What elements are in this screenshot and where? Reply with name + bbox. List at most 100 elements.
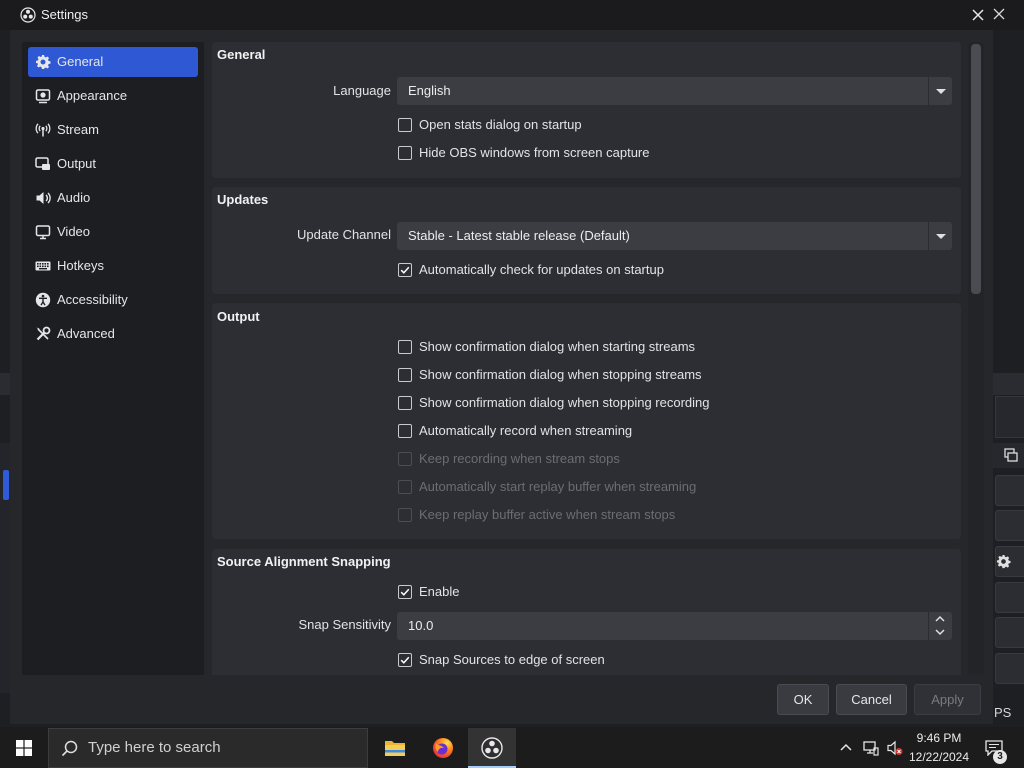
sidebar-item-label: Advanced [57,326,115,341]
dock-float-icon[interactable] [1004,448,1018,462]
update-channel-value: Stable - Latest stable release (Default) [408,228,630,243]
background-toolbar-band-left [0,373,10,395]
checkbox[interactable] [398,452,412,466]
settings-category-list: General Appearance Stream Output Audio V… [22,42,204,675]
background-control-button[interactable] [995,582,1024,613]
chevron-down-icon[interactable] [934,627,946,637]
ok-button[interactable]: OK [777,684,829,715]
vertical-scrollbar[interactable] [968,42,984,675]
taskbar-app-file-explorer[interactable] [371,728,419,768]
checkbox[interactable] [398,424,412,438]
antenna-icon [35,123,51,137]
checkbox[interactable] [398,263,412,277]
background-control-button[interactable] [995,510,1024,541]
sidebar-item-label: Output [57,156,97,171]
checkbox-label: Automatically record when streaming [419,423,633,438]
checkbox[interactable] [398,585,412,599]
search-icon [61,740,78,757]
spin-buttons [928,612,952,640]
snapping-group: Source Alignment Snapping Enable Snap Se… [212,549,961,675]
checkbox[interactable] [398,396,412,410]
chevron-up-icon[interactable] [934,614,946,624]
checkbox[interactable] [398,480,412,494]
obs-logo-icon [20,7,36,23]
snap-sensitivity-value: 10.0 [408,618,434,633]
background-dock-header [993,443,1024,468]
checkbox-label: Automatically start replay buffer when s… [419,479,697,494]
clock-date[interactable]: 12/22/2024 [905,749,973,765]
sidebar-item-label: General [57,54,104,69]
background-window-titlebar-right [993,0,1024,30]
chevron-down-icon [936,89,946,94]
sidebar-item-audio[interactable]: Audio [28,183,198,213]
close-icon[interactable] [970,7,986,23]
taskbar-app-obs[interactable] [468,728,516,768]
windows-logo-icon[interactable] [16,740,32,756]
checkbox-label: Automatically check for updates on start… [419,262,664,277]
clock-time[interactable]: 9:46 PM [905,730,973,746]
checkmark-icon [400,656,410,664]
background-control-button[interactable] [995,653,1024,684]
taskbar-search-box[interactable]: Type here to search [48,728,368,768]
checkmark-icon [400,266,410,274]
snap-sensitivity-label: Snap Sensitivity [298,617,392,632]
network-icon[interactable] [863,740,879,756]
apply-button[interactable]: Apply [914,684,981,715]
sidebar-item-general[interactable]: General [28,47,198,77]
sidebar-item-stream[interactable]: Stream [28,115,198,145]
checkbox-label: Open stats dialog on startup [419,117,582,132]
sidebar-item-appearance[interactable]: Appearance [28,81,198,111]
background-control-button[interactable] [995,617,1024,648]
group-title: Source Alignment Snapping [217,554,391,569]
output-icon [35,157,50,170]
chevron-up-icon[interactable] [838,740,854,756]
background-status-text: PS [994,705,1012,720]
general-group: General Language English Open stats dial… [212,42,961,178]
dropdown-button[interactable] [928,77,952,105]
dialog-title: Settings [41,7,88,22]
cancel-button[interactable]: Cancel [836,684,907,715]
checkbox-label: Show confirmation dialog when starting s… [419,339,696,354]
monitor-icon [35,225,51,240]
checkbox[interactable] [398,653,412,667]
chevron-down-icon [936,234,946,239]
language-value: English [408,83,451,98]
update-channel-label: Update Channel [297,227,391,242]
checkbox[interactable] [398,508,412,522]
sidebar-item-video[interactable]: Video [28,217,198,247]
checkbox[interactable] [398,118,412,132]
update-channel-dropdown[interactable]: Stable - Latest stable release (Default) [397,222,952,250]
sidebar-item-advanced[interactable]: Advanced [28,319,198,349]
checkbox-label: Enable [419,584,460,599]
sidebar-item-hotkeys[interactable]: Hotkeys [28,251,198,281]
checkbox[interactable] [398,146,412,160]
sidebar-item-label: Appearance [57,88,128,103]
accessibility-icon [35,292,51,308]
sidebar-item-output[interactable]: Output [28,149,198,179]
settings-scroll-area[interactable]: General Language English Open stats dial… [211,42,962,675]
background-close-icon[interactable] [993,8,1005,20]
group-title: General [217,47,266,62]
snap-sensitivity-spinbox[interactable]: 10.0 [397,612,952,640]
language-dropdown[interactable]: English [397,77,952,105]
checkmark-icon [400,588,410,596]
checkbox[interactable] [398,340,412,354]
volume-muted-icon[interactable] [887,740,903,756]
file-explorer-icon [385,741,405,756]
dialog-titlebar[interactable]: Settings [10,0,993,30]
checkbox[interactable] [398,368,412,382]
dropdown-button[interactable] [928,222,952,250]
background-control-button[interactable] [995,475,1024,506]
sidebar-item-label: Accessibility [57,292,128,307]
checkbox-label: Keep replay buffer active when stream st… [419,507,676,522]
scrollbar-thumb[interactable] [971,44,981,294]
sidebar-item-label: Video [57,224,91,239]
sidebar-item-label: Stream [57,122,99,137]
speaker-icon [36,192,51,204]
taskbar-app-firefox[interactable] [419,728,467,768]
sidebar-item-accessibility[interactable]: Accessibility [28,285,198,315]
gear-icon [996,554,1011,569]
firefox-icon [433,738,453,758]
keyboard-icon [35,261,51,271]
background-settings-button[interactable] [995,546,1024,577]
